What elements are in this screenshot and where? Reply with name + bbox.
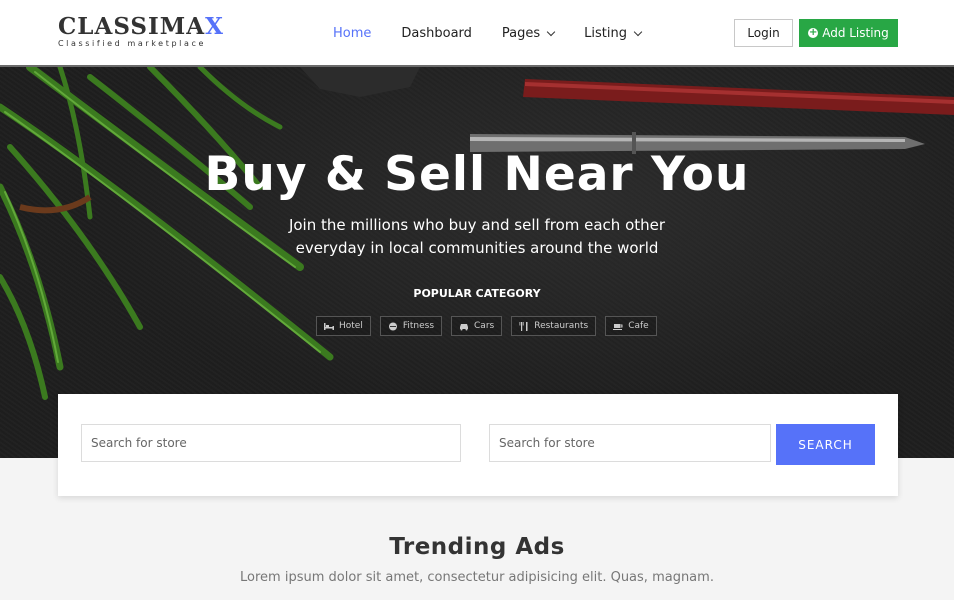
fitness-icon bbox=[388, 322, 397, 330]
add-listing-button[interactable]: + Add Listing bbox=[799, 19, 898, 47]
brand-logo[interactable]: CLASSIMAX Classified marketplace bbox=[58, 14, 224, 49]
trending-ads-heading: Trending Ads bbox=[389, 534, 565, 560]
category-restaurants[interactable]: Restaurants bbox=[511, 316, 597, 336]
chevron-down-icon bbox=[633, 27, 643, 36]
car-icon bbox=[460, 323, 469, 330]
location-search-input[interactable] bbox=[489, 424, 771, 462]
bed-icon bbox=[324, 322, 334, 330]
category-hotel[interactable]: Hotel bbox=[316, 316, 371, 336]
nav-item-pages[interactable]: Pages bbox=[502, 26, 556, 41]
search-panel: SEARCH bbox=[58, 394, 898, 496]
brand-name: CLASSIMAX bbox=[58, 13, 224, 40]
category-fitness[interactable]: Fitness bbox=[379, 316, 443, 336]
popular-category-heading: POPULAR CATEGORY bbox=[413, 287, 541, 300]
store-search-input[interactable] bbox=[81, 424, 461, 462]
navbar: CLASSIMAX Classified marketplace Home Da… bbox=[0, 0, 954, 67]
search-button[interactable]: SEARCH bbox=[776, 424, 875, 465]
cutlery-icon bbox=[519, 321, 528, 331]
chevron-down-icon bbox=[546, 27, 556, 36]
main-nav: Home Dashboard Pages Listing bbox=[333, 26, 671, 41]
brand-tagline: Classified marketplace bbox=[58, 39, 206, 48]
nav-item-listing[interactable]: Listing bbox=[584, 26, 643, 41]
hero-title: Buy & Sell Near You bbox=[204, 147, 750, 202]
trending-ads-subtitle: Lorem ipsum dolor sit amet, consectetur … bbox=[240, 570, 714, 585]
login-button[interactable]: Login bbox=[734, 19, 793, 47]
add-listing-label: Add Listing bbox=[822, 26, 889, 40]
coffee-icon bbox=[613, 323, 623, 330]
plus-circle-icon: + bbox=[808, 27, 819, 38]
category-cars[interactable]: Cars bbox=[451, 316, 503, 336]
nav-item-dashboard[interactable]: Dashboard bbox=[401, 26, 472, 41]
category-cafe[interactable]: Cafe bbox=[605, 316, 657, 336]
hero-subtitle: Join the millions who buy and sell from … bbox=[288, 216, 666, 257]
popular-category-list: Hotel Fitness Cars Restaurants Cafe bbox=[316, 316, 657, 336]
nav-item-home[interactable]: Home bbox=[333, 26, 371, 41]
